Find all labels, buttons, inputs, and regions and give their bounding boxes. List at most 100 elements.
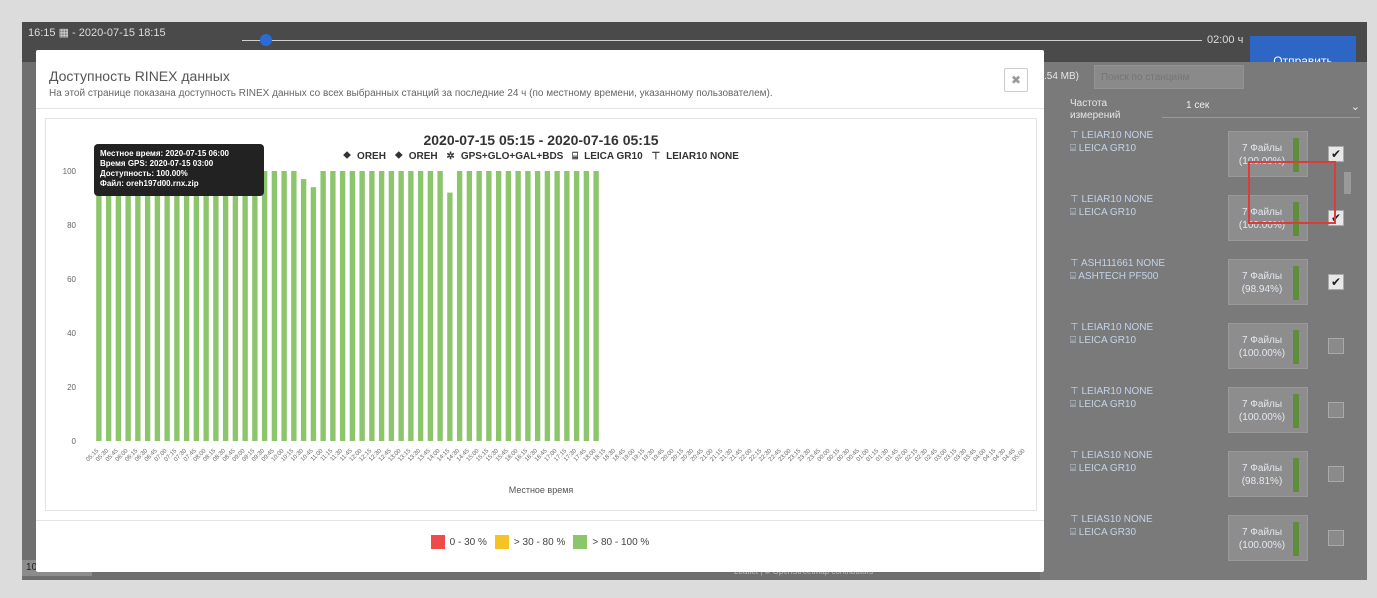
marker-icon: ⯁ [394, 151, 403, 162]
legend-item[interactable]: > 80 - 100 % [573, 535, 649, 549]
station-checkbox[interactable] [1328, 530, 1344, 546]
availability-bar[interactable] [125, 171, 131, 441]
availability-bar[interactable] [222, 171, 229, 441]
availability-bar[interactable] [252, 171, 258, 441]
antenna-icon: ⊤ [1070, 322, 1082, 333]
availability-bar[interactable] [486, 171, 492, 441]
availability-bar[interactable] [203, 171, 209, 441]
availability-bar[interactable] [330, 171, 336, 441]
availability-bar[interactable] [359, 171, 365, 441]
availability-bar[interactable] [164, 171, 170, 441]
legend-item[interactable]: > 30 - 80 % [494, 535, 565, 549]
station-row[interactable]: ⊤ LEIAS10 NONE ⌸ LEICA GR30 7 Файлы (100.00… [1040, 510, 1367, 570]
station-checkbox[interactable] [1328, 466, 1344, 482]
station-row[interactable]: ⊤ LEIAS10 NONE ⌸ LEICA GR10 7 Файлы (98.81%… [1040, 446, 1367, 506]
availability-bar[interactable] [115, 171, 122, 441]
tooltip-local-time: Местное время: 2020-07-15 06:00 [100, 149, 229, 158]
availability-bar[interactable] [261, 171, 268, 441]
station-checkbox[interactable] [1328, 402, 1344, 418]
availability-bar[interactable] [583, 171, 590, 441]
availability-bar[interactable] [525, 171, 531, 441]
availability-bar[interactable] [339, 171, 346, 441]
availability-bar[interactable] [271, 171, 278, 441]
sidebar-scrollbar-thumb[interactable] [1344, 172, 1351, 194]
station-files-button[interactable]: 7 Файлы (100.00%) [1228, 515, 1308, 561]
availability-bar[interactable] [437, 171, 443, 441]
station-availability-bar [1293, 330, 1299, 364]
frequency-value: 1 сек [1186, 100, 1210, 111]
availability-bar[interactable] [242, 171, 248, 441]
availability-bar[interactable] [154, 171, 161, 441]
time-slider-track[interactable] [242, 40, 1202, 41]
station-antenna: ⊤ LEIAS10 NONE [1070, 514, 1153, 525]
availability-bar[interactable] [144, 171, 151, 441]
availability-bar[interactable] [388, 171, 395, 441]
availability-bar[interactable] [534, 171, 541, 441]
availability-bar[interactable] [554, 171, 560, 441]
station-files-button[interactable]: 7 Файлы (100.00%) [1228, 323, 1308, 369]
close-button[interactable]: ✖ [1004, 68, 1028, 92]
availability-bar[interactable] [466, 171, 473, 441]
station-files-button[interactable]: 7 Файлы (100.00%) [1228, 387, 1308, 433]
receiver-icon: ⌸ [1070, 271, 1079, 282]
antenna-icon: ⊤ [1070, 130, 1082, 141]
station-search-input[interactable] [1094, 65, 1244, 89]
availability-bar[interactable] [193, 171, 200, 441]
marker-icon: ⯁ [343, 151, 352, 162]
availability-bar[interactable] [183, 171, 190, 441]
date-range-text[interactable]: 16:15 ▦ - 2020-07-15 18:15 [28, 26, 166, 39]
availability-bar[interactable] [408, 171, 414, 441]
tooltip-availability: Доступность: 100.00% [100, 169, 188, 178]
availability-bar[interactable] [105, 171, 112, 441]
availability-bar[interactable] [447, 192, 453, 441]
availability-bar[interactable] [544, 171, 551, 441]
availability-bar[interactable] [320, 171, 326, 441]
station-files-text: 7 Файлы (100.00%) [1238, 335, 1286, 359]
legend-swatch [494, 535, 509, 549]
availability-bar[interactable] [456, 171, 463, 441]
availability-bar[interactable] [593, 171, 599, 441]
availability-bar[interactable] [291, 171, 297, 441]
availability-bar[interactable] [417, 171, 424, 441]
frequency-select[interactable]: 1 сек ⌄ [1162, 100, 1360, 118]
station-row[interactable]: ⊤ ASH111661 NONE ⌸ ASHTECH PF500 7 Файлы (9… [1040, 254, 1367, 314]
availability-bar[interactable] [378, 171, 385, 441]
availability-bar[interactable] [281, 171, 287, 441]
antenna-icon: ⊤ [1070, 194, 1082, 205]
station-files-button[interactable]: 7 Файлы (98.81%) [1228, 451, 1308, 497]
availability-bar[interactable] [96, 171, 102, 441]
availability-bar[interactable] [232, 171, 239, 441]
availability-bar[interactable] [398, 171, 404, 441]
availability-bar[interactable] [564, 171, 570, 441]
availability-bar[interactable] [310, 187, 317, 441]
legend-item[interactable]: 0 - 30 % [430, 535, 487, 549]
time-slider-handle[interactable] [260, 34, 272, 46]
station-antenna: ⊤ LEIAS10 NONE [1070, 450, 1153, 461]
station-row[interactable]: ⊤ LEIAR10 NONE ⌸ LEICA GR10 7 Файлы (100.00… [1040, 318, 1367, 378]
availability-bar[interactable] [427, 171, 434, 441]
availability-bar[interactable] [300, 179, 307, 441]
chart-meta-site: OREH [357, 151, 386, 162]
availability-bar[interactable] [135, 171, 141, 441]
antenna-icon: ⊤ [1070, 514, 1082, 525]
station-row[interactable]: ⊤ LEIAR10 NONE ⌸ LEICA GR10 7 Файлы (100.00… [1040, 382, 1367, 442]
station-checkbox[interactable]: ✔ [1328, 274, 1344, 290]
station-checkbox[interactable] [1328, 338, 1344, 354]
availability-bar[interactable] [573, 171, 580, 441]
station-checkbox[interactable]: ✔ [1328, 146, 1344, 162]
legend-label: > 80 - 100 % [592, 536, 650, 548]
station-files-button[interactable]: 7 Файлы (98.94%) [1228, 259, 1308, 305]
modal-divider-bottom [36, 520, 1044, 521]
bar-tooltip: Местное время: 2020-07-15 06:00 Время GP… [94, 144, 264, 196]
availability-bar[interactable] [495, 171, 502, 441]
station-receiver: ⌸ LEICA GR30 [1070, 527, 1137, 538]
availability-bar[interactable] [213, 171, 219, 441]
availability-bar[interactable] [505, 171, 512, 441]
station-antenna: ⊤ ASH111661 NONE [1070, 258, 1166, 269]
availability-bar[interactable] [515, 171, 521, 441]
availability-bar[interactable] [476, 171, 482, 441]
availability-bar[interactable] [174, 171, 180, 441]
station-availability-bar [1293, 394, 1299, 428]
availability-bar[interactable] [349, 171, 356, 441]
availability-bar[interactable] [369, 171, 375, 441]
